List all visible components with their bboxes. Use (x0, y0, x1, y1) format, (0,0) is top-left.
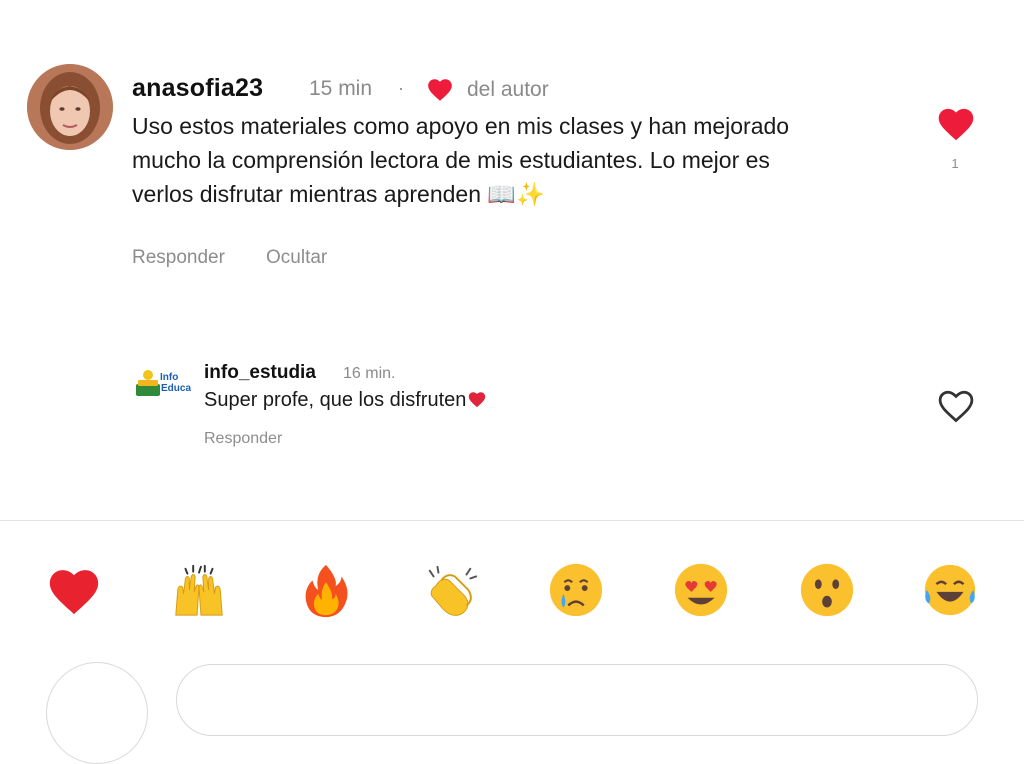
reply-comment-text: Super profe, que los disfruten (204, 389, 487, 412)
avatar[interactable] (27, 64, 113, 150)
username[interactable]: anasofia23 (132, 74, 263, 103)
reaction-laughing-face[interactable] (918, 558, 982, 622)
red-heart-icon (49, 570, 99, 615)
separator-dot: · (398, 78, 404, 98)
raising-hands-icon (175, 564, 223, 616)
reaction-heart-eyes[interactable] (669, 558, 733, 622)
like-heart-filled-icon[interactable] (935, 104, 977, 142)
reaction-crying-face[interactable] (544, 558, 608, 622)
reply-button[interactable]: Responder (132, 247, 225, 269)
reply-text-content: Super profe, que los disfruten (204, 389, 467, 411)
reply-reply-button[interactable]: Responder (204, 430, 282, 448)
laughing-face-icon (924, 564, 976, 616)
avatar-photo (27, 64, 113, 150)
clapping-hands-icon (428, 565, 478, 616)
hide-button[interactable]: Ocultar (266, 247, 327, 269)
logo-graphic: Info Educa (136, 370, 191, 396)
comment-input[interactable] (176, 664, 978, 736)
logo-text-top: Info (160, 372, 178, 383)
divider (0, 520, 1024, 521)
heart-eyes-icon (674, 563, 728, 617)
author-heart-icon (428, 79, 452, 101)
author-liked-label: del autor (467, 78, 549, 101)
info-educa-logo[interactable]: Info Educa (134, 364, 192, 400)
comment-text: Uso estos materiales como apoyo en mis c… (132, 113, 790, 207)
surprised-face-icon (800, 563, 854, 617)
reaction-raising-hands[interactable] (167, 558, 231, 622)
like-heart-outline-icon[interactable] (935, 386, 977, 424)
user-avatar-button[interactable] (46, 662, 148, 764)
reaction-red-heart[interactable] (42, 558, 106, 622)
timestamp: 15 min (309, 77, 373, 100)
reply-timestamp: 16 min. (343, 365, 396, 382)
reply-username[interactable]: info_estudia (204, 362, 316, 384)
like-count: 1 (951, 156, 959, 171)
reaction-fire[interactable] (294, 558, 358, 622)
logo-text-bottom: Educa (161, 383, 191, 394)
crying-face-icon (549, 563, 603, 617)
reaction-surprised-face[interactable] (795, 558, 859, 622)
heart-emoji-icon (469, 392, 486, 408)
reaction-clapping-hands[interactable] (419, 558, 483, 622)
fire-icon (305, 564, 348, 618)
